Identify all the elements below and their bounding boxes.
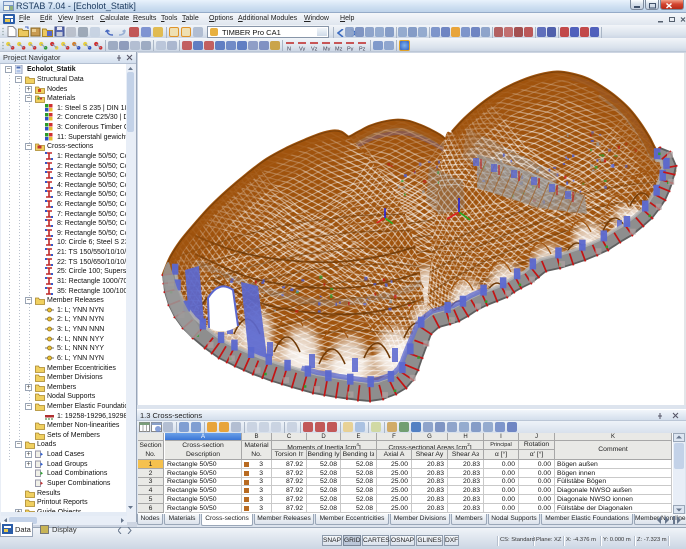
svg-text:Vy: Vy (299, 47, 305, 52)
svg-text:Mz: Mz (335, 47, 343, 52)
svg-text:Py: Py (347, 47, 354, 52)
svg-text:My: My (323, 47, 331, 52)
svg-text:N: N (287, 47, 291, 52)
svg-text:Pz: Pz (359, 47, 366, 52)
svg-text:Vz: Vz (311, 47, 318, 52)
